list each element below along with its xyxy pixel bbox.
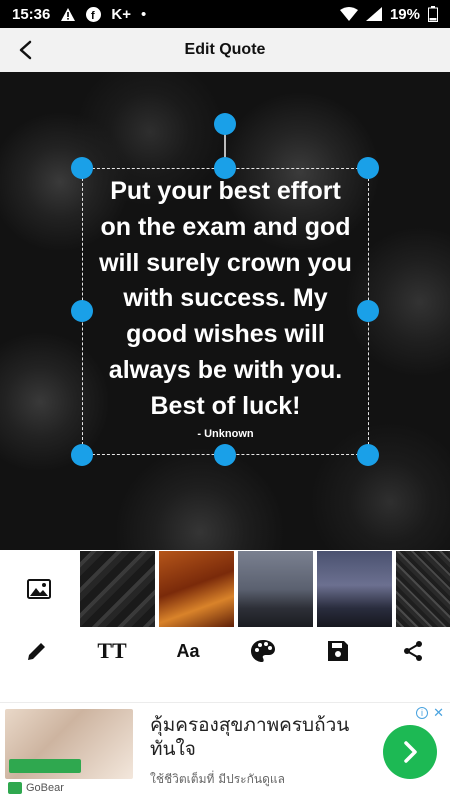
warning-icon: [60, 7, 76, 22]
resize-handle-top-right[interactable]: [357, 157, 379, 179]
pencil-icon[interactable]: [19, 634, 55, 668]
info-icon[interactable]: i: [416, 707, 428, 719]
ad-subtext: ใช้ชีวิตเต็มที่ มีประกันดูแล: [150, 772, 285, 786]
rotate-handle[interactable]: [214, 113, 236, 135]
quote-line: Best of luck!: [150, 391, 301, 420]
status-dot: •: [140, 5, 147, 23]
ad-image[interactable]: [5, 709, 133, 779]
resize-handle-bottom[interactable]: [214, 444, 236, 466]
background-thumbnail[interactable]: [80, 551, 155, 627]
save-icon[interactable]: [320, 634, 356, 668]
ad-banner[interactable]: GoBear คุ้มครองสุขภาพครบถ้วน ทันใจ ใช้ชี…: [0, 702, 450, 800]
wifi-icon: [339, 7, 358, 21]
resize-handle-top-left[interactable]: [71, 157, 93, 179]
resize-handle-right[interactable]: [357, 300, 379, 322]
background-picker: [0, 550, 450, 628]
back-arrow-icon[interactable]: [10, 34, 42, 66]
app-bar: Edit Quote: [0, 28, 450, 72]
facebook-icon: f: [86, 6, 102, 22]
quote-line: always be with you.: [108, 355, 343, 384]
quote-line: good wishes will: [126, 320, 325, 349]
resize-handle-top[interactable]: [214, 157, 236, 179]
palette-icon[interactable]: [245, 634, 281, 668]
edit-toolbar: TT Aa: [0, 628, 450, 674]
quote-text[interactable]: Put your best effort on the exam and god…: [82, 174, 369, 425]
text-size-label: TT: [97, 638, 127, 663]
battery-icon: [428, 6, 438, 22]
text-size-icon[interactable]: TT: [94, 634, 130, 668]
status-bar: 15:36 f K+ • 19%: [0, 0, 450, 28]
quote-line: will surely crown you: [99, 248, 352, 277]
background-thumbnail[interactable]: [238, 551, 313, 627]
page-title: Edit Quote: [184, 41, 266, 58]
battery-percent: 19%: [389, 5, 420, 23]
status-time: 15:36: [12, 5, 51, 23]
resize-handle-bottom-right[interactable]: [357, 444, 379, 466]
quote-line: on the exam and god: [100, 212, 351, 241]
font-icon[interactable]: Aa: [170, 634, 206, 668]
toolbar-spacer: [0, 674, 450, 702]
background-thumbnail[interactable]: [159, 551, 234, 627]
carrier-badge: K+: [111, 5, 131, 23]
quote-author: - Unknown: [197, 428, 254, 440]
image-icon[interactable]: [0, 550, 78, 628]
quote-line: with success. My: [123, 284, 328, 313]
quote-line: Put your best effort: [110, 177, 341, 205]
font-label: Aa: [176, 640, 200, 661]
signal-icon: [365, 7, 382, 21]
close-icon[interactable]: ✕: [433, 705, 444, 721]
svg-text:f: f: [91, 10, 95, 22]
quote-canvas[interactable]: Put your best effort on the exam and god…: [0, 72, 450, 550]
gobear-logo-icon: [8, 782, 22, 794]
resize-handle-left[interactable]: [71, 300, 93, 322]
resize-handle-bottom-left[interactable]: [71, 444, 93, 466]
ad-brand-name: GoBear: [26, 782, 64, 794]
ad-image-banner: [9, 759, 81, 773]
background-thumbnail[interactable]: [317, 551, 392, 627]
share-icon[interactable]: [395, 634, 431, 668]
ad-headline[interactable]: คุ้มครองสุขภาพครบถ้วน ทันใจ: [150, 713, 375, 761]
chevron-right-icon[interactable]: [383, 725, 437, 779]
ad-brand: GoBear: [8, 782, 64, 794]
background-thumbnail[interactable]: [396, 551, 450, 627]
